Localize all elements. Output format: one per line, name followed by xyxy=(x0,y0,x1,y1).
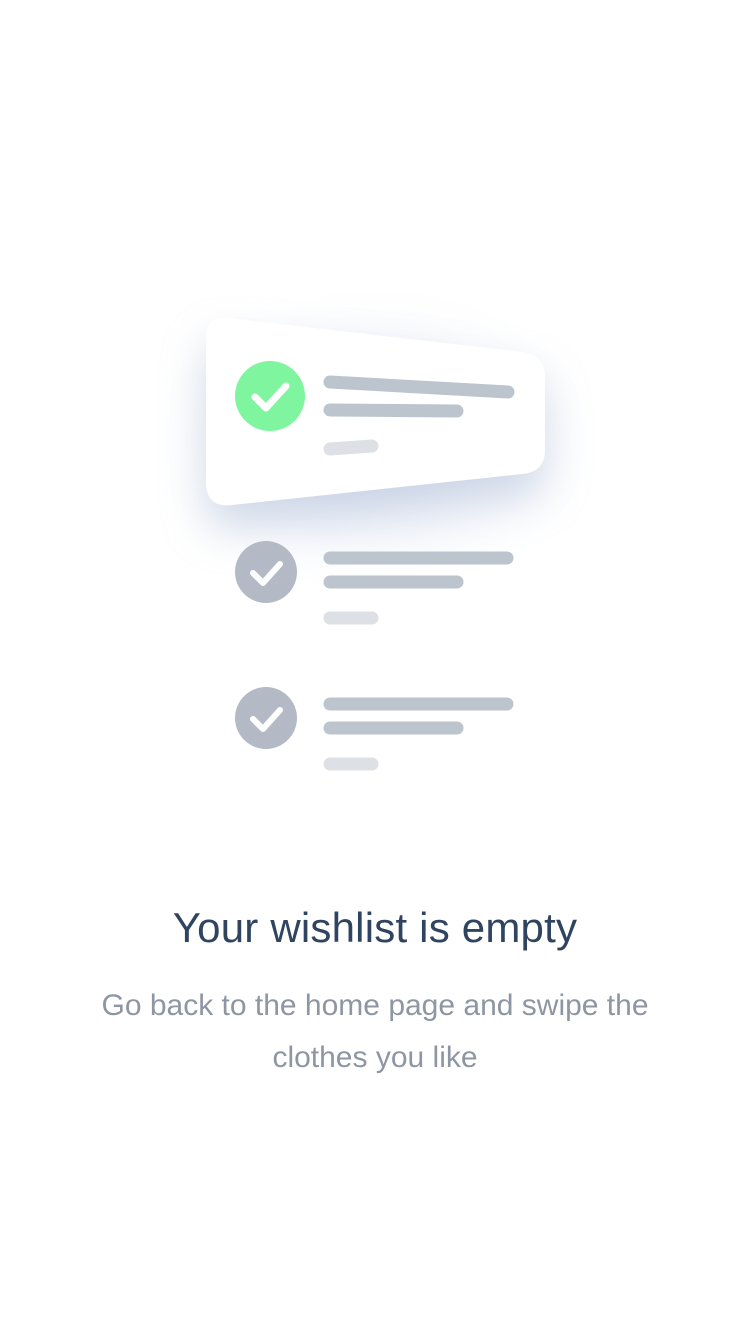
muted-item-2 xyxy=(235,687,514,771)
wishlist-empty-illustration xyxy=(135,275,615,771)
check-circle-highlighted xyxy=(235,361,305,431)
card-line-3 xyxy=(323,439,379,456)
empty-state-title: Your wishlist is empty xyxy=(172,904,578,951)
check-circle-muted xyxy=(235,687,297,749)
card-line-2 xyxy=(323,403,464,418)
check-circle-muted xyxy=(235,541,297,603)
empty-state-message: Go back to the home page and swipe the c… xyxy=(101,989,649,1074)
